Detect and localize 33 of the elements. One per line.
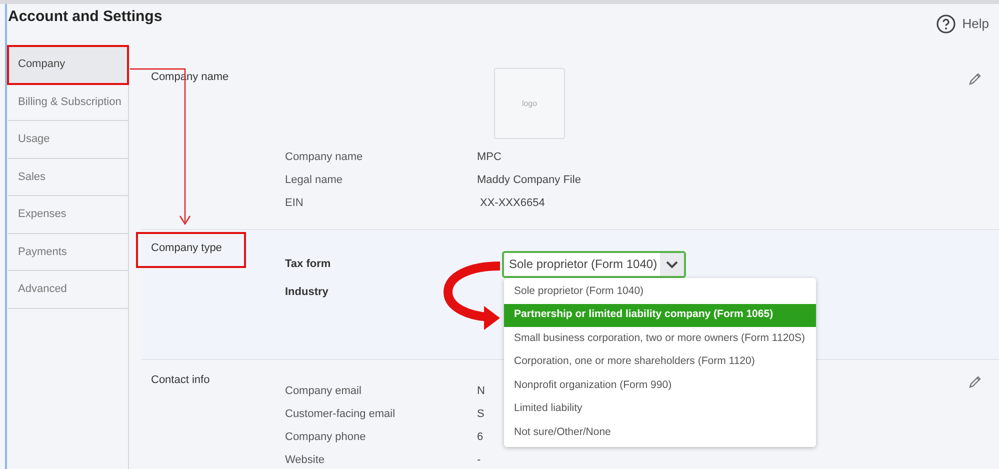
field-value: Maddy Company File [477, 173, 581, 188]
field-value: - [477, 453, 481, 468]
field-label: Customer-facing email [285, 407, 396, 422]
dropdown-option[interactable]: Sole proprietor (Form 1040) [504, 280, 816, 304]
sidebar-item[interactable]: Company [8, 46, 128, 84]
field-value: N [477, 384, 485, 400]
chevron-down-icon [660, 252, 684, 276]
dropdown-option[interactable]: Limited liability [504, 398, 816, 421]
edit-pencil-icon[interactable] [968, 72, 982, 86]
field-value: S [477, 407, 484, 422]
tax-form-select[interactable]: Sole proprietor (Form 1040) [502, 250, 686, 278]
field-label: Company email [285, 384, 362, 400]
help-button[interactable]: Help [936, 14, 989, 34]
help-icon [936, 14, 956, 34]
dropdown-option[interactable]: Nonprofit organization (Form 990) [504, 374, 816, 398]
edit-pencil-icon[interactable] [968, 375, 982, 389]
field-label: Tax form [285, 256, 332, 272]
field-label: Website [285, 453, 326, 468]
field-label: Company name [285, 150, 364, 166]
curved-arrow [444, 262, 500, 330]
dropdown-option[interactable]: Corporation, one or more shareholders (Form 1120) [504, 350, 816, 374]
dropdown-option[interactable]: Small business corporation, two or more owners (Form 1120S) [504, 327, 816, 350]
field-label: Industry [285, 285, 330, 300]
field-value: 6 [477, 430, 484, 446]
field-value: XX-XXX6654 [479, 196, 545, 212]
section-title: Company type [136, 232, 246, 268]
dropdown-option[interactable]: Not sure/Other/None [504, 421, 816, 444]
page-title: Account and Settings [8, 6, 162, 27]
field-label: Company phone [285, 430, 367, 446]
field-label: EIN [285, 196, 304, 212]
field-label: Legal name [285, 173, 344, 188]
field-value: MPC [477, 150, 502, 166]
section-title: Contact info [151, 373, 210, 388]
